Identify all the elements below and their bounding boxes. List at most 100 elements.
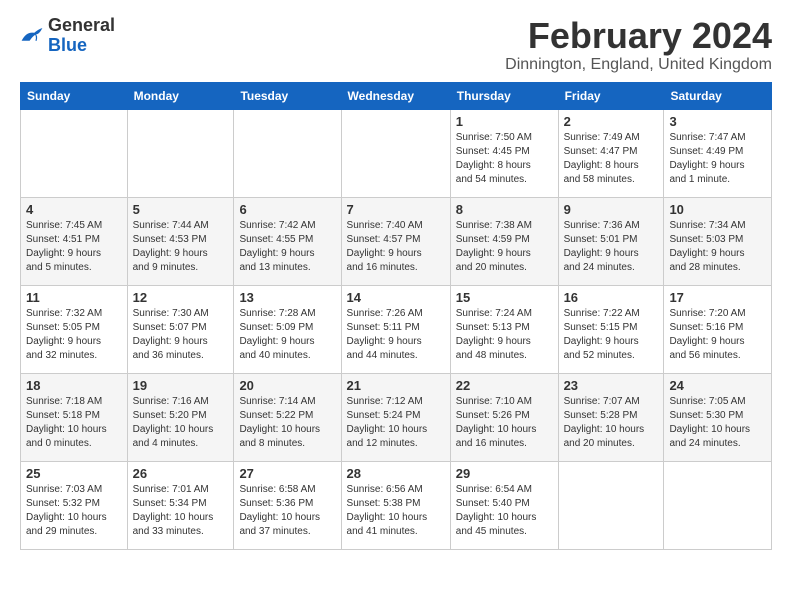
calendar-cell: 1Sunrise: 7:50 AM Sunset: 4:45 PM Daylig…: [450, 109, 558, 197]
calendar-table: SundayMondayTuesdayWednesdayThursdayFrid…: [20, 82, 772, 550]
calendar-cell: 6 Sunrise: 7:42 AM Sunset: 4:55 PM Daylig…: [234, 197, 341, 285]
calendar-cell: 19 Sunrise: 7:16 AM Sunset: 5:20 PM Dayli…: [127, 373, 234, 461]
calendar-cell: 3Sunrise: 7:47 AM Sunset: 4:49 PM Daylig…: [664, 109, 772, 197]
calendar-cell: 2 Sunrise: 7:49 AM Sunset: 4:47 PM Daylig…: [558, 109, 664, 197]
calendar-cell: [664, 461, 772, 549]
day-number: 5: [133, 202, 229, 217]
day-number: 20: [239, 378, 335, 393]
day-info: Sunrise: 7:36 AM Sunset: 5:01 PM Dayligh…: [564, 219, 659, 275]
calendar-cell: 15 Sunrise: 7:24 AM Sunset: 5:13 PM Dayli…: [450, 285, 558, 373]
day-number: 23: [564, 378, 659, 393]
day-number: 28: [347, 466, 445, 481]
day-info: Sunrise: 7:26 AM Sunset: 5:11 PM Dayligh…: [347, 307, 445, 363]
day-number: 10: [669, 202, 766, 217]
calendar-header-row: SundayMondayTuesdayWednesdayThursdayFrid…: [21, 82, 772, 109]
day-info: Sunrise: 7:49 AM Sunset: 4:47 PM Dayligh…: [564, 131, 659, 187]
calendar-cell: 5 Sunrise: 7:44 AM Sunset: 4:53 PM Daylig…: [127, 197, 234, 285]
day-info: Sunrise: 7:10 AM Sunset: 5:26 PM Dayligh…: [456, 395, 553, 451]
day-number: 24: [669, 378, 766, 393]
day-info: Sunrise: 7:07 AM Sunset: 5:28 PM Dayligh…: [564, 395, 659, 451]
day-number: 6: [239, 202, 335, 217]
day-info: Sunrise: 7:24 AM Sunset: 5:13 PM Dayligh…: [456, 307, 553, 363]
column-header-sunday: Sunday: [21, 82, 128, 109]
calendar-cell: [127, 109, 234, 197]
day-info: Sunrise: 7:12 AM Sunset: 5:24 PM Dayligh…: [347, 395, 445, 451]
day-info: Sunrise: 6:54 AM Sunset: 5:40 PM Dayligh…: [456, 483, 553, 539]
day-info: Sunrise: 7:01 AM Sunset: 5:34 PM Dayligh…: [133, 483, 229, 539]
day-info: Sunrise: 7:16 AM Sunset: 5:20 PM Dayligh…: [133, 395, 229, 451]
calendar-week-row: 18Sunrise: 7:18 AM Sunset: 5:18 PM Dayli…: [21, 373, 772, 461]
day-number: 21: [347, 378, 445, 393]
column-header-monday: Monday: [127, 82, 234, 109]
day-number: 11: [26, 290, 122, 305]
day-number: 14: [347, 290, 445, 305]
calendar-cell: 25 Sunrise: 7:03 AM Sunset: 5:32 PM Dayli…: [21, 461, 128, 549]
day-number: 13: [239, 290, 335, 305]
day-number: 17: [669, 290, 766, 305]
column-header-saturday: Saturday: [664, 82, 772, 109]
calendar-cell: 9 Sunrise: 7:36 AM Sunset: 5:01 PM Daylig…: [558, 197, 664, 285]
day-info: Sunrise: 7:20 AM Sunset: 5:16 PM Dayligh…: [669, 307, 766, 363]
day-number: 16: [564, 290, 659, 305]
calendar-cell: 23 Sunrise: 7:07 AM Sunset: 5:28 PM Dayli…: [558, 373, 664, 461]
day-info: Sunrise: 7:22 AM Sunset: 5:15 PM Dayligh…: [564, 307, 659, 363]
location-subtitle: Dinnington, England, United Kingdom: [505, 56, 772, 74]
day-info: Sunrise: 7:45 AM Sunset: 4:51 PM Dayligh…: [26, 219, 122, 275]
calendar-cell: 21 Sunrise: 7:12 AM Sunset: 5:24 PM Dayli…: [341, 373, 450, 461]
day-info: Sunrise: 7:28 AM Sunset: 5:09 PM Dayligh…: [239, 307, 335, 363]
day-info: Sunrise: 7:44 AM Sunset: 4:53 PM Dayligh…: [133, 219, 229, 275]
calendar-cell: [558, 461, 664, 549]
day-number: 15: [456, 290, 553, 305]
month-year-title: February 2024: [505, 16, 772, 56]
day-info: Sunrise: 7:40 AM Sunset: 4:57 PM Dayligh…: [347, 219, 445, 275]
calendar-cell: 8 Sunrise: 7:38 AM Sunset: 4:59 PM Daylig…: [450, 197, 558, 285]
calendar-cell: 11 Sunrise: 7:32 AM Sunset: 5:05 PM Dayli…: [21, 285, 128, 373]
calendar-cell: [21, 109, 128, 197]
column-header-tuesday: Tuesday: [234, 82, 341, 109]
calendar-week-row: 1Sunrise: 7:50 AM Sunset: 4:45 PM Daylig…: [21, 109, 772, 197]
calendar-week-row: 11 Sunrise: 7:32 AM Sunset: 5:05 PM Dayli…: [21, 285, 772, 373]
day-info: Sunrise: 7:03 AM Sunset: 5:32 PM Dayligh…: [26, 483, 122, 539]
calendar-cell: 4 Sunrise: 7:45 AM Sunset: 4:51 PM Daylig…: [21, 197, 128, 285]
calendar-cell: 24 Sunrise: 7:05 AM Sunset: 5:30 PM Dayli…: [664, 373, 772, 461]
day-info: Sunrise: 7:32 AM Sunset: 5:05 PM Dayligh…: [26, 307, 122, 363]
calendar-cell: 12 Sunrise: 7:30 AM Sunset: 5:07 PM Dayli…: [127, 285, 234, 373]
calendar-cell: 22 Sunrise: 7:10 AM Sunset: 5:26 PM Dayli…: [450, 373, 558, 461]
calendar-cell: 17 Sunrise: 7:20 AM Sunset: 5:16 PM Dayli…: [664, 285, 772, 373]
title-block: February 2024 Dinnington, England, Unite…: [505, 16, 772, 74]
day-info: Sunrise: 7:47 AM Sunset: 4:49 PM Dayligh…: [669, 131, 766, 187]
day-info: Sunrise: 6:58 AM Sunset: 5:36 PM Dayligh…: [239, 483, 335, 539]
day-info: Sunrise: 7:42 AM Sunset: 4:55 PM Dayligh…: [239, 219, 335, 275]
calendar-cell: 14 Sunrise: 7:26 AM Sunset: 5:11 PM Dayli…: [341, 285, 450, 373]
day-number: 19: [133, 378, 229, 393]
calendar-cell: [234, 109, 341, 197]
day-info: Sunrise: 7:38 AM Sunset: 4:59 PM Dayligh…: [456, 219, 553, 275]
day-number: 9: [564, 202, 659, 217]
calendar-cell: 18Sunrise: 7:18 AM Sunset: 5:18 PM Dayli…: [21, 373, 128, 461]
calendar-week-row: 4 Sunrise: 7:45 AM Sunset: 4:51 PM Daylig…: [21, 197, 772, 285]
calendar-cell: 29Sunrise: 6:54 AM Sunset: 5:40 PM Dayli…: [450, 461, 558, 549]
calendar-cell: 10Sunrise: 7:34 AM Sunset: 5:03 PM Dayli…: [664, 197, 772, 285]
day-number: 8: [456, 202, 553, 217]
logo-bird-icon: [20, 26, 44, 46]
day-number: 27: [239, 466, 335, 481]
column-header-friday: Friday: [558, 82, 664, 109]
calendar-cell: 27 Sunrise: 6:58 AM Sunset: 5:36 PM Dayli…: [234, 461, 341, 549]
day-info: Sunrise: 7:50 AM Sunset: 4:45 PM Dayligh…: [456, 131, 553, 187]
page-header: General Blue February 2024 Dinnington, E…: [20, 16, 772, 74]
day-number: 12: [133, 290, 229, 305]
day-info: Sunrise: 7:30 AM Sunset: 5:07 PM Dayligh…: [133, 307, 229, 363]
column-header-thursday: Thursday: [450, 82, 558, 109]
day-info: Sunrise: 7:05 AM Sunset: 5:30 PM Dayligh…: [669, 395, 766, 451]
column-header-wednesday: Wednesday: [341, 82, 450, 109]
calendar-cell: 13 Sunrise: 7:28 AM Sunset: 5:09 PM Dayli…: [234, 285, 341, 373]
day-number: 22: [456, 378, 553, 393]
logo: General Blue: [20, 16, 115, 56]
calendar-cell: [341, 109, 450, 197]
day-number: 4: [26, 202, 122, 217]
calendar-cell: 16 Sunrise: 7:22 AM Sunset: 5:15 PM Dayli…: [558, 285, 664, 373]
day-info: Sunrise: 7:14 AM Sunset: 5:22 PM Dayligh…: [239, 395, 335, 451]
day-number: 2: [564, 114, 659, 129]
day-number: 25: [26, 466, 122, 481]
day-info: Sunrise: 6:56 AM Sunset: 5:38 PM Dayligh…: [347, 483, 445, 539]
